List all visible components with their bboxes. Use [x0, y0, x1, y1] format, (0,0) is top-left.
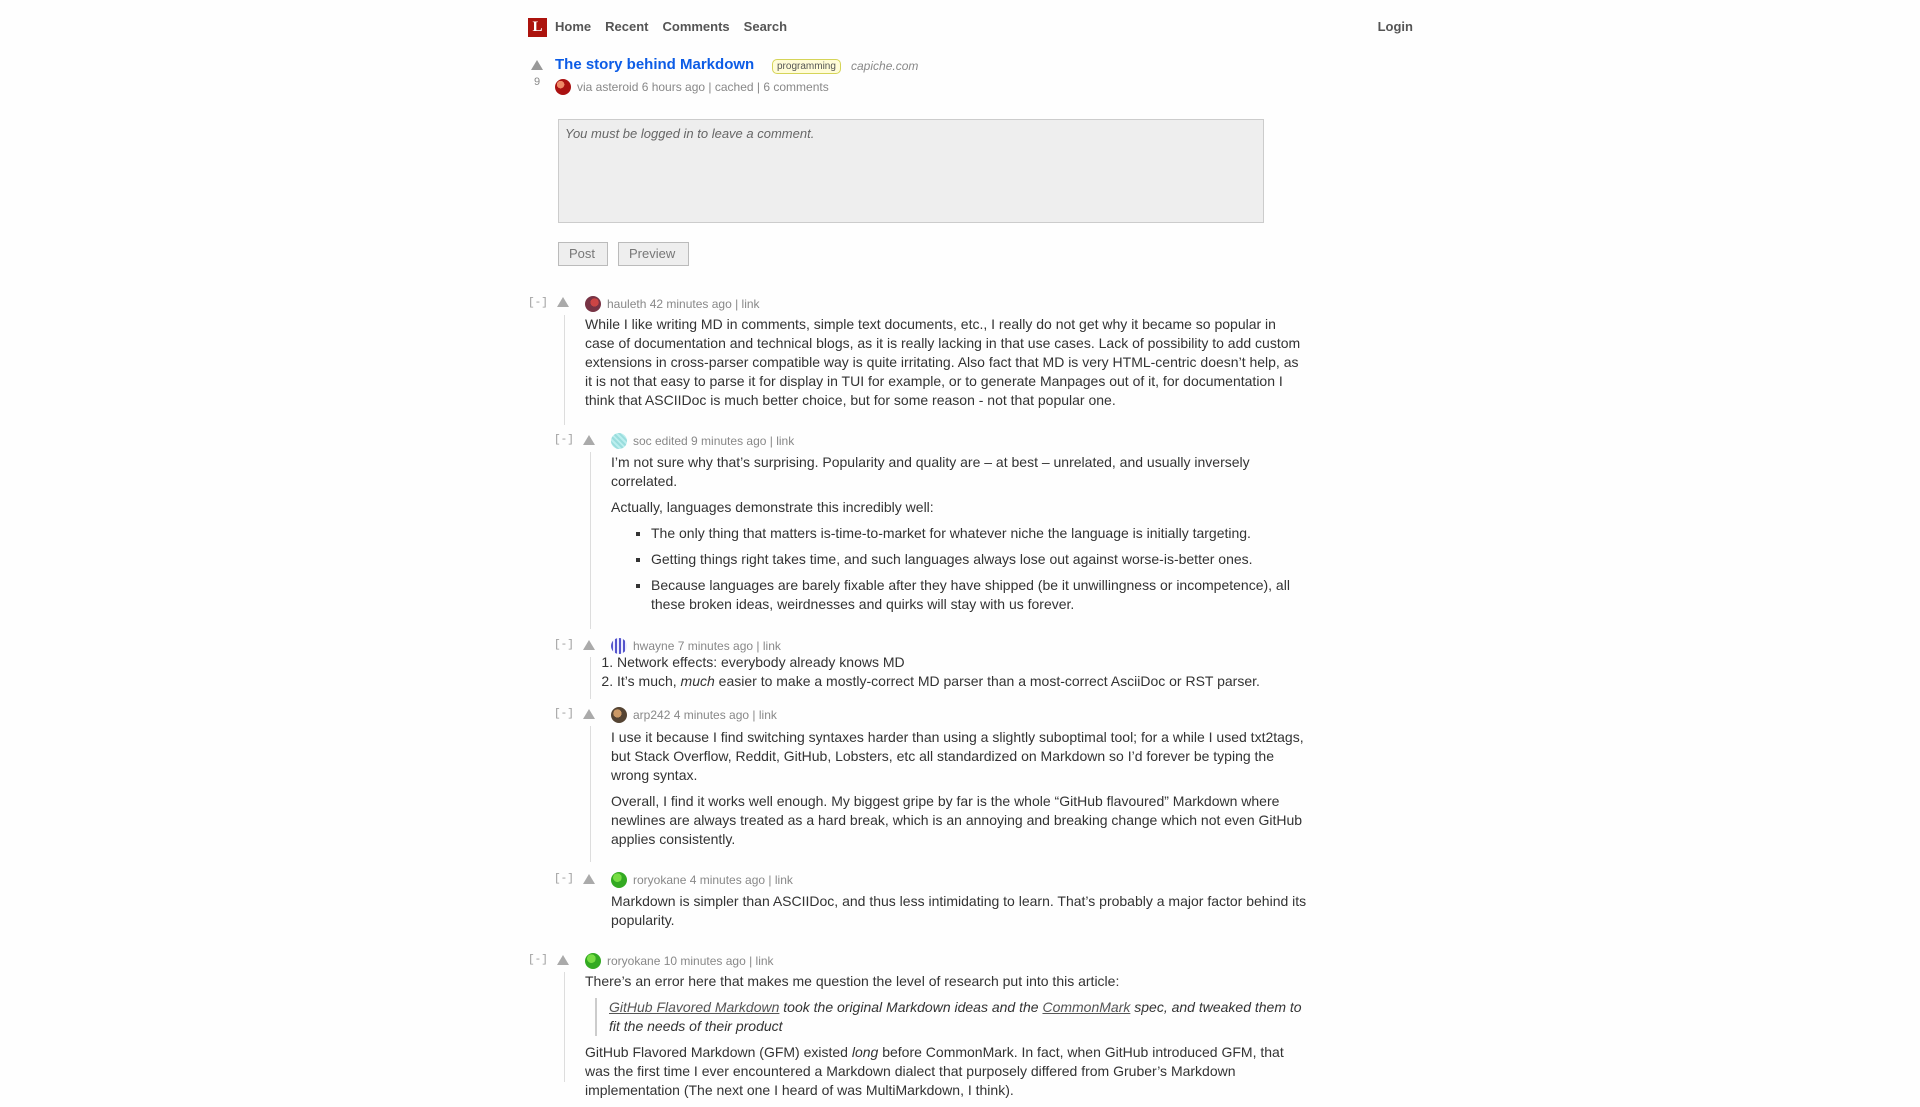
avatar[interactable]: [585, 953, 601, 969]
comment-meta-text[interactable]: soc edited 9 minutes ago | link: [633, 434, 794, 448]
comment: [-] hauleth 42 minutes ago | link While …: [528, 296, 1328, 425]
comment-meta-text[interactable]: hwayne 7 minutes ago | link: [633, 639, 781, 653]
upvote-arrow-icon[interactable]: [583, 874, 595, 884]
comment-text: While I like writing MD in comments, sim…: [585, 316, 1301, 408]
list-item: The only thing that matters is-time-to-m…: [651, 524, 1311, 543]
story-title-link[interactable]: The story behind Markdown: [555, 56, 754, 73]
comment-meta: hwayne 7 minutes ago | link: [611, 638, 781, 654]
blockquote: GitHub Flavored Markdown took the origin…: [595, 998, 1305, 1036]
post-button[interactable]: Post: [558, 242, 608, 266]
comment-meta-text[interactable]: arp242 4 minutes ago | link: [633, 708, 777, 722]
login-link[interactable]: Login: [1378, 19, 1413, 34]
comment-meta-text[interactable]: roryokane 4 minutes ago | link: [633, 873, 793, 887]
numbered-list: Network effects: everybody already knows…: [596, 653, 1316, 691]
avatar[interactable]: [611, 638, 627, 654]
comment-text: Markdown is simpler than ASCIIDoc, and t…: [611, 893, 1307, 928]
comment-body: I use it because I find switching syntax…: [611, 728, 1316, 856]
thread-rail[interactable]: [564, 972, 565, 1082]
comment-meta-text[interactable]: roryokane 10 minutes ago | link: [607, 954, 774, 968]
comment-meta: roryokane 10 minutes ago | link: [585, 953, 774, 969]
list-item: Getting things right takes time, and suc…: [651, 550, 1311, 569]
list-item: Because languages are barely fixable aft…: [651, 576, 1311, 614]
lobsters-logo[interactable]: L: [528, 18, 547, 37]
nav-search[interactable]: Search: [744, 19, 787, 34]
avatar[interactable]: [555, 79, 571, 95]
comment-body: While I like writing MD in comments, sim…: [585, 315, 1305, 417]
comment-text: GitHub Flavored Markdown (GFM) existed l…: [585, 1044, 1284, 1098]
comment-meta-text[interactable]: hauleth 42 minutes ago | link: [607, 297, 760, 311]
story-byline: via asteroid 6 hours ago | cached | 6 co…: [555, 79, 829, 95]
bullet-list: The only thing that matters is-time-to-m…: [611, 524, 1311, 614]
upvote-arrow-icon[interactable]: [557, 955, 569, 965]
collapse-toggle[interactable]: [-]: [528, 954, 548, 966]
thread-rail[interactable]: [564, 315, 565, 425]
nav-comments[interactable]: Comments: [662, 19, 729, 34]
avatar[interactable]: [585, 296, 601, 312]
avatar[interactable]: [611, 872, 627, 888]
upvote-arrow-icon[interactable]: [531, 60, 543, 70]
collapse-toggle[interactable]: [-]: [554, 873, 574, 885]
upvote-arrow-icon[interactable]: [583, 640, 595, 650]
nav-recent[interactable]: Recent: [605, 19, 648, 34]
comment-meta: arp242 4 minutes ago | link: [611, 707, 777, 723]
story-domain[interactable]: capiche.com: [851, 59, 918, 73]
comment-textarea[interactable]: You must be logged in to leave a comment…: [558, 119, 1264, 223]
list-item: It’s much, much easier to make a mostly-…: [617, 672, 1316, 691]
upvote-arrow-icon[interactable]: [583, 709, 595, 719]
collapse-toggle[interactable]: [-]: [554, 708, 574, 720]
comment-text: I use it because I find switching syntax…: [611, 729, 1304, 783]
comment-body: Markdown is simpler than ASCIIDoc, and t…: [611, 892, 1323, 937]
comment-meta: roryokane 4 minutes ago | link: [611, 872, 793, 888]
thread-rail[interactable]: [590, 657, 591, 699]
page: L Home Recent Comments Search Login 9 Th…: [0, 0, 1920, 1098]
story-score: 9: [533, 76, 541, 88]
collapse-toggle[interactable]: [-]: [554, 639, 574, 651]
thread-rail[interactable]: [590, 452, 591, 629]
comment-text: I’m not sure why that’s surprising. Popu…: [611, 454, 1250, 489]
upvote-arrow-icon[interactable]: [557, 297, 569, 307]
comment-body: Network effects: everybody already knows…: [596, 653, 1316, 691]
story-byline-text[interactable]: via asteroid 6 hours ago | cached | 6 co…: [577, 80, 829, 94]
top-nav: L Home Recent Comments Search Login: [528, 16, 1413, 38]
comment-text: There’s an error here that makes me ques…: [585, 973, 1120, 989]
collapse-toggle[interactable]: [-]: [528, 297, 548, 309]
comment-meta: soc edited 9 minutes ago | link: [611, 433, 794, 449]
link-commonmark[interactable]: CommonMark: [1042, 999, 1130, 1015]
comment-text: Overall, I find it works well enough. My…: [611, 793, 1303, 847]
avatar[interactable]: [611, 433, 627, 449]
comment-body: There’s an error here that makes me ques…: [585, 972, 1305, 1107]
nav-home[interactable]: Home: [555, 19, 591, 34]
comment-body: I’m not sure why that’s surprising. Popu…: [611, 453, 1311, 621]
tag-programming[interactable]: programming: [772, 59, 841, 74]
list-item: Network effects: everybody already knows…: [617, 653, 1316, 672]
comment-text: Actually, languages demonstrate this inc…: [611, 499, 934, 515]
upvote-arrow-icon[interactable]: [583, 435, 595, 445]
link-gfm[interactable]: GitHub Flavored Markdown: [609, 999, 779, 1015]
collapse-toggle[interactable]: [-]: [554, 434, 574, 446]
nav-links: Home Recent Comments Search: [555, 19, 787, 34]
thread-rail[interactable]: [590, 726, 591, 862]
comment-meta: hauleth 42 minutes ago | link: [585, 296, 760, 312]
avatar[interactable]: [611, 707, 627, 723]
preview-button[interactable]: Preview: [618, 242, 689, 266]
